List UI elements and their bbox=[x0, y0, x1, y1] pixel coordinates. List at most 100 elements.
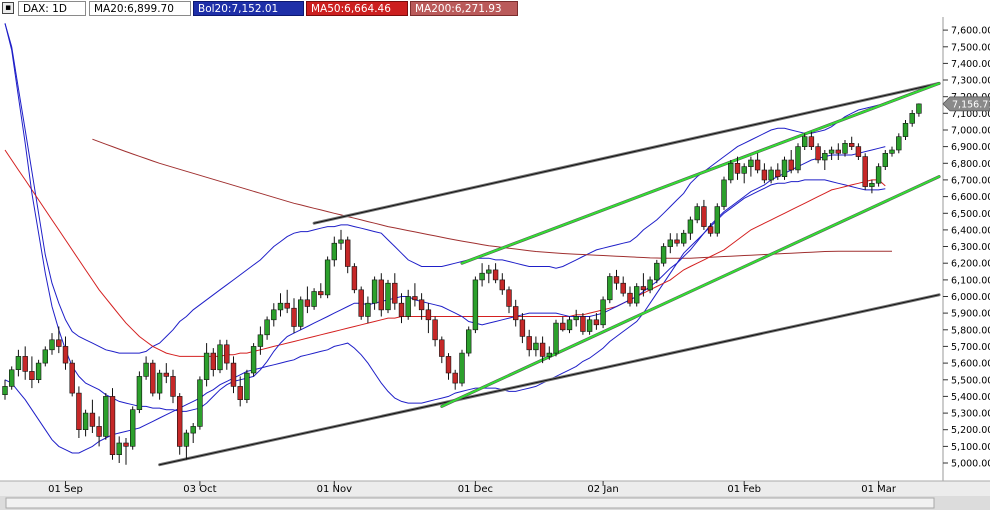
candle-up bbox=[371, 279, 378, 304]
candle-up bbox=[741, 166, 747, 174]
candle-down bbox=[775, 169, 781, 177]
candle-down bbox=[452, 372, 458, 384]
candle-down bbox=[351, 266, 358, 291]
candle-down bbox=[593, 319, 600, 326]
candle-up bbox=[130, 409, 136, 447]
candle-up bbox=[190, 426, 196, 434]
candle-up bbox=[533, 342, 539, 351]
candle-up bbox=[271, 309, 277, 321]
ma20-legend[interactable]: MA20:6,899.70 bbox=[89, 1, 191, 16]
candle-up bbox=[331, 242, 337, 261]
candle-down bbox=[237, 386, 243, 400]
y-tick-label: 5,100.00 bbox=[951, 442, 990, 453]
candle-up bbox=[607, 276, 613, 301]
candle-up bbox=[916, 103, 922, 114]
scrollbar-thumb[interactable] bbox=[5, 497, 935, 509]
current-price-marker: 7,156.71 bbox=[942, 96, 990, 112]
ma200-legend[interactable]: MA200:6,271.93 bbox=[410, 1, 518, 16]
x-tick-label: 01 Dec bbox=[458, 484, 493, 495]
candle-down bbox=[761, 169, 768, 181]
y-tick-label: 6,400.00 bbox=[951, 225, 990, 236]
candle-down bbox=[418, 299, 425, 311]
candle-up bbox=[573, 316, 579, 321]
candle-down bbox=[378, 279, 384, 311]
candle-down bbox=[492, 269, 499, 281]
candle-up bbox=[465, 329, 472, 354]
candle-up bbox=[264, 319, 270, 336]
candle-up bbox=[694, 206, 700, 221]
ma50-legend[interactable]: MA50:6,664.46 bbox=[306, 1, 408, 16]
candle-down bbox=[539, 342, 546, 357]
candle-down bbox=[512, 306, 519, 321]
y-tick-label: 7,400.00 bbox=[951, 59, 990, 70]
candle-up bbox=[822, 153, 828, 161]
candle-up bbox=[486, 269, 492, 274]
candle-down bbox=[620, 282, 626, 294]
candle-down bbox=[439, 339, 445, 357]
candle-down bbox=[613, 276, 620, 284]
bol20-legend[interactable]: Bol20:7,152.01 bbox=[193, 1, 304, 16]
candle-down bbox=[170, 376, 176, 397]
candle-up bbox=[15, 356, 22, 370]
candle-up bbox=[103, 396, 109, 437]
y-tick-label: 7,000.00 bbox=[951, 126, 990, 137]
candle-down bbox=[358, 289, 364, 317]
candle-up bbox=[472, 279, 479, 331]
candle-up bbox=[828, 149, 835, 154]
candle-up bbox=[143, 362, 149, 377]
candle-down bbox=[788, 159, 794, 171]
symbol-label[interactable]: DAX: 1D bbox=[18, 1, 86, 16]
candle-up bbox=[49, 339, 55, 351]
candle-up bbox=[257, 334, 264, 347]
candle-up bbox=[633, 286, 640, 304]
candle-down bbox=[62, 346, 69, 364]
y-tick-label: 7,600.00 bbox=[951, 26, 990, 37]
x-tick-label: 01 Nov bbox=[317, 484, 353, 495]
candle-up bbox=[217, 344, 223, 371]
y-tick-label: 7,500.00 bbox=[951, 42, 990, 53]
candle-down bbox=[519, 319, 526, 337]
candle-up bbox=[842, 143, 848, 154]
candle-down bbox=[674, 239, 680, 244]
candle-down bbox=[284, 302, 290, 309]
candle-down bbox=[707, 226, 714, 234]
candle-down bbox=[398, 302, 405, 317]
candle-up bbox=[324, 259, 331, 296]
candle-down bbox=[580, 316, 586, 332]
candle-up bbox=[647, 279, 653, 291]
x-tick-label: 01 Sep bbox=[48, 484, 83, 495]
candle-down bbox=[29, 371, 35, 380]
candle-up bbox=[2, 386, 8, 395]
candle-down bbox=[734, 163, 741, 174]
y-tick-label: 5,900.00 bbox=[951, 309, 990, 320]
price-chart[interactable]: 5,000.00 5,100.00 5,200.00 5,300.00 5,400.00… bbox=[0, 0, 990, 510]
candle-down bbox=[862, 156, 868, 187]
candle-down bbox=[76, 392, 82, 431]
candle-up bbox=[889, 149, 895, 154]
candle-down bbox=[425, 309, 432, 321]
candle-up bbox=[721, 179, 727, 207]
candle-down bbox=[432, 319, 438, 341]
candle-down bbox=[224, 344, 230, 364]
candle-up bbox=[82, 412, 89, 431]
y-tick-label: 6,700.00 bbox=[951, 175, 990, 186]
menu-icon[interactable]: ▪ bbox=[2, 2, 14, 14]
candle-down bbox=[177, 396, 183, 447]
candle-down bbox=[445, 356, 452, 374]
candle-down bbox=[89, 412, 96, 427]
y-tick-label: 5,200.00 bbox=[951, 425, 990, 436]
candle-up bbox=[680, 232, 687, 244]
candle-down bbox=[627, 292, 633, 304]
candle-up bbox=[667, 239, 674, 247]
candle-down bbox=[56, 339, 62, 347]
candle-down bbox=[210, 352, 216, 371]
candle-down bbox=[506, 289, 512, 307]
candle-up bbox=[250, 346, 257, 374]
y-tick-label: 6,100.00 bbox=[951, 275, 990, 286]
y-tick-label: 5,800.00 bbox=[951, 325, 990, 336]
candle-up bbox=[116, 442, 122, 455]
candle-down bbox=[640, 286, 647, 291]
candle-down bbox=[344, 239, 351, 267]
candle-down bbox=[499, 279, 505, 291]
plot-area[interactable] bbox=[0, 17, 943, 481]
